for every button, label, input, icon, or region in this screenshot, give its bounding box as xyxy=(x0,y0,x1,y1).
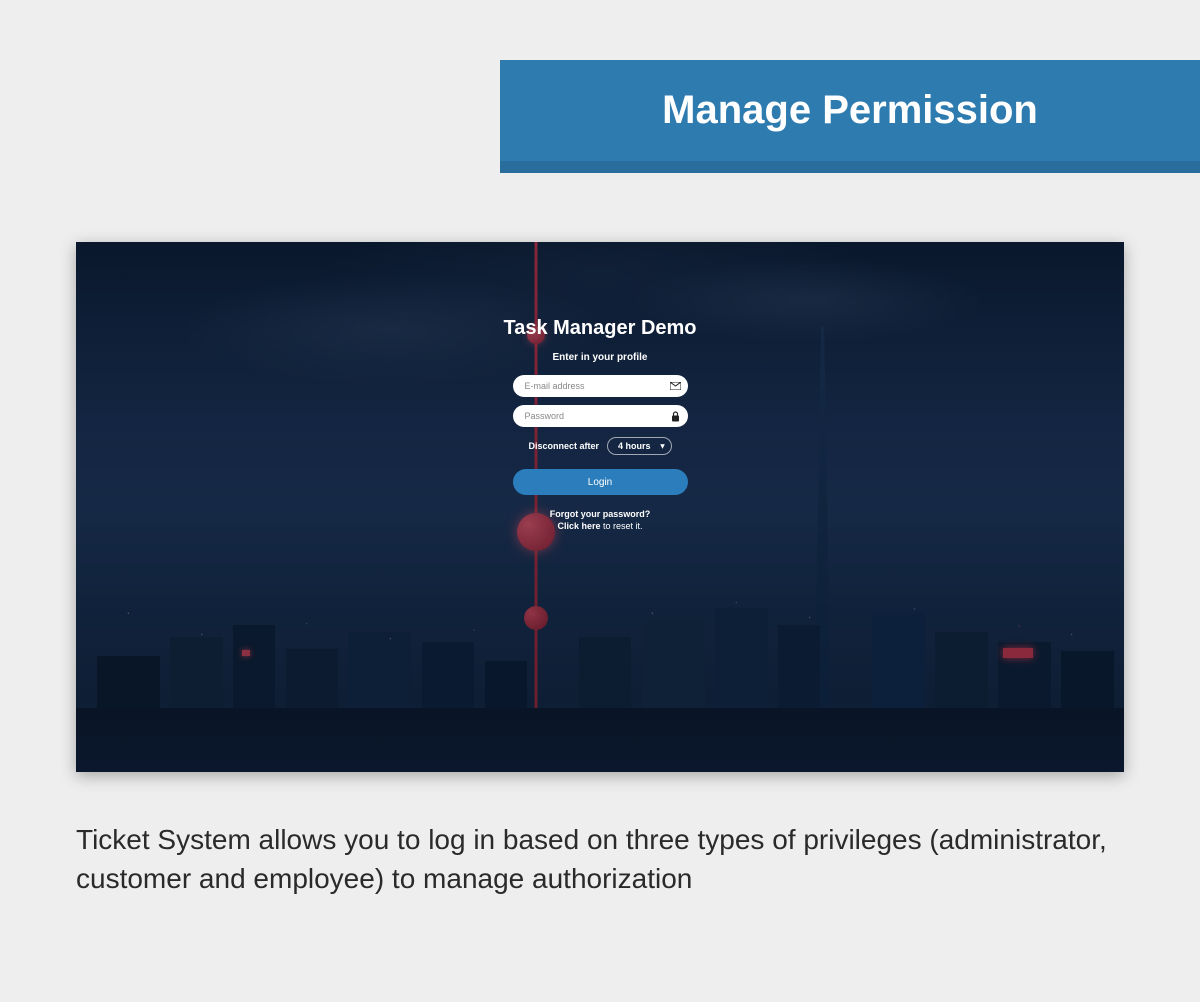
email-field[interactable] xyxy=(513,375,688,397)
feature-description: Ticket System allows you to log in based… xyxy=(76,820,1124,898)
login-title: Task Manager Demo xyxy=(495,317,705,340)
login-subtitle: Enter in your profile xyxy=(495,352,705,363)
mail-icon xyxy=(669,380,681,392)
login-button[interactable]: Login xyxy=(513,469,688,495)
forgot-password-text: Forgot your password? xyxy=(495,509,705,519)
reset-link-line: Click here to reset it. xyxy=(495,521,705,531)
header-banner: Manage Permission xyxy=(500,60,1200,173)
password-field[interactable] xyxy=(513,405,688,427)
login-screenshot: Task Manager Demo Enter in your profile … xyxy=(76,242,1124,772)
login-form: Task Manager Demo Enter in your profile … xyxy=(495,317,705,531)
password-row xyxy=(495,405,705,427)
lock-icon xyxy=(669,410,681,422)
disconnect-label: Disconnect after xyxy=(528,441,599,451)
header-banner-accent xyxy=(500,161,1200,173)
header-banner-top: Manage Permission xyxy=(500,60,1200,161)
page-title: Manage Permission xyxy=(540,88,1160,133)
email-row xyxy=(495,375,705,397)
disconnect-select[interactable]: 4 hours xyxy=(607,437,672,455)
reset-rest: to reset it. xyxy=(601,521,643,531)
reset-link[interactable]: Click here xyxy=(557,521,600,531)
disconnect-value: 4 hours xyxy=(618,441,651,451)
disconnect-row: Disconnect after 4 hours xyxy=(495,437,705,455)
screenshot-wrapper: Task Manager Demo Enter in your profile … xyxy=(76,242,1124,772)
